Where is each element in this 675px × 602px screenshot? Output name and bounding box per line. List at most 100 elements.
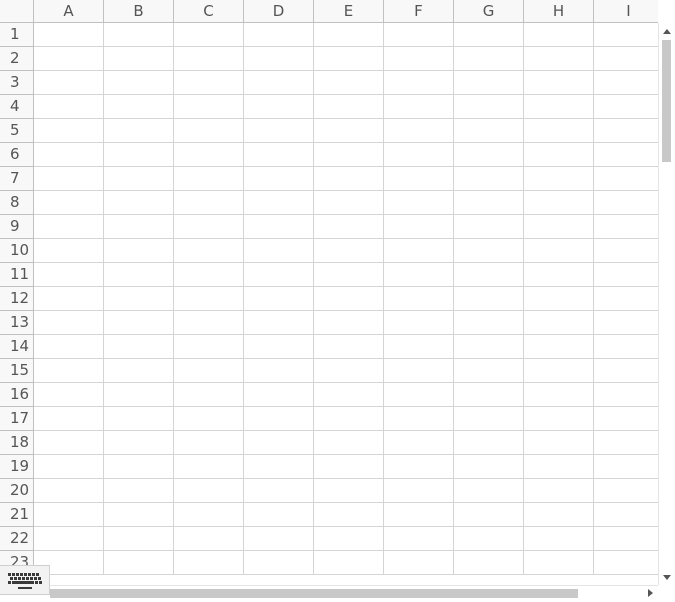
cell-i9[interactable] <box>594 215 658 239</box>
cell-b10[interactable] <box>104 239 174 263</box>
cell-f16[interactable] <box>384 383 454 407</box>
cell-b15[interactable] <box>104 359 174 383</box>
cell-c7[interactable] <box>174 167 244 191</box>
column-header-b[interactable]: B <box>104 0 174 22</box>
cell-h5[interactable] <box>524 119 594 143</box>
cell-b11[interactable] <box>104 263 174 287</box>
cell-f18[interactable] <box>384 431 454 455</box>
cell-h3[interactable] <box>524 71 594 95</box>
row-header-4[interactable]: 4 <box>0 95 33 119</box>
cell-d22[interactable] <box>244 527 314 551</box>
cell-g19[interactable] <box>454 455 524 479</box>
cell-c8[interactable] <box>174 191 244 215</box>
cell-a15[interactable] <box>34 359 104 383</box>
cell-h6[interactable] <box>524 143 594 167</box>
cell-f23[interactable] <box>384 551 454 575</box>
cell-g4[interactable] <box>454 95 524 119</box>
cell-b5[interactable] <box>104 119 174 143</box>
cell-b19[interactable] <box>104 455 174 479</box>
cell-h18[interactable] <box>524 431 594 455</box>
cell-i11[interactable] <box>594 263 658 287</box>
cell-g9[interactable] <box>454 215 524 239</box>
cell-i5[interactable] <box>594 119 658 143</box>
cell-h14[interactable] <box>524 335 594 359</box>
cell-i6[interactable] <box>594 143 658 167</box>
cell-g17[interactable] <box>454 407 524 431</box>
cell-e4[interactable] <box>314 95 384 119</box>
cell-b21[interactable] <box>104 503 174 527</box>
cell-g12[interactable] <box>454 287 524 311</box>
cell-a13[interactable] <box>34 311 104 335</box>
row-header-15[interactable]: 15 <box>0 359 33 383</box>
cell-b17[interactable] <box>104 407 174 431</box>
cell-d14[interactable] <box>244 335 314 359</box>
cell-a2[interactable] <box>34 47 104 71</box>
cell-a14[interactable] <box>34 335 104 359</box>
cell-f22[interactable] <box>384 527 454 551</box>
cell-d1[interactable] <box>244 23 314 47</box>
cell-a8[interactable] <box>34 191 104 215</box>
cell-f14[interactable] <box>384 335 454 359</box>
row-header-21[interactable]: 21 <box>0 503 33 527</box>
row-header-5[interactable]: 5 <box>0 119 33 143</box>
cell-d12[interactable] <box>244 287 314 311</box>
cell-h10[interactable] <box>524 239 594 263</box>
cell-d4[interactable] <box>244 95 314 119</box>
cell-f8[interactable] <box>384 191 454 215</box>
row-header-20[interactable]: 20 <box>0 479 33 503</box>
cell-i14[interactable] <box>594 335 658 359</box>
column-header-d[interactable]: D <box>244 0 314 22</box>
cell-c19[interactable] <box>174 455 244 479</box>
cell-g10[interactable] <box>454 239 524 263</box>
row-header-12[interactable]: 12 <box>0 287 33 311</box>
cell-i13[interactable] <box>594 311 658 335</box>
cell-h20[interactable] <box>524 479 594 503</box>
cell-h12[interactable] <box>524 287 594 311</box>
cell-b1[interactable] <box>104 23 174 47</box>
cell-b14[interactable] <box>104 335 174 359</box>
column-header-g[interactable]: G <box>454 0 524 22</box>
cell-c4[interactable] <box>174 95 244 119</box>
scroll-right-arrow-icon[interactable] <box>648 589 653 597</box>
row-header-2[interactable]: 2 <box>0 47 33 71</box>
cell-b6[interactable] <box>104 143 174 167</box>
column-header-h[interactable]: H <box>524 0 594 22</box>
cell-c1[interactable] <box>174 23 244 47</box>
cell-e9[interactable] <box>314 215 384 239</box>
cell-g20[interactable] <box>454 479 524 503</box>
cell-i17[interactable] <box>594 407 658 431</box>
cell-a10[interactable] <box>34 239 104 263</box>
cell-b23[interactable] <box>104 551 174 575</box>
cell-b7[interactable] <box>104 167 174 191</box>
cell-b20[interactable] <box>104 479 174 503</box>
cell-c5[interactable] <box>174 119 244 143</box>
cell-i3[interactable] <box>594 71 658 95</box>
cell-c2[interactable] <box>174 47 244 71</box>
cell-g22[interactable] <box>454 527 524 551</box>
cell-f15[interactable] <box>384 359 454 383</box>
row-header-1[interactable]: 1 <box>0 23 33 47</box>
cell-area[interactable] <box>34 23 658 575</box>
cell-a17[interactable] <box>34 407 104 431</box>
column-header-a[interactable]: A <box>34 0 104 22</box>
cell-i18[interactable] <box>594 431 658 455</box>
cell-b9[interactable] <box>104 215 174 239</box>
cell-c13[interactable] <box>174 311 244 335</box>
scroll-up-arrow-icon[interactable] <box>663 29 671 34</box>
cell-i10[interactable] <box>594 239 658 263</box>
cell-b22[interactable] <box>104 527 174 551</box>
cell-c20[interactable] <box>174 479 244 503</box>
cell-g15[interactable] <box>454 359 524 383</box>
cell-h8[interactable] <box>524 191 594 215</box>
cell-i12[interactable] <box>594 287 658 311</box>
row-header-13[interactable]: 13 <box>0 311 33 335</box>
cell-h17[interactable] <box>524 407 594 431</box>
cell-i4[interactable] <box>594 95 658 119</box>
cell-c10[interactable] <box>174 239 244 263</box>
scroll-down-arrow-icon[interactable] <box>663 575 671 580</box>
cell-b2[interactable] <box>104 47 174 71</box>
cell-f11[interactable] <box>384 263 454 287</box>
cell-f12[interactable] <box>384 287 454 311</box>
column-header-i[interactable]: I <box>594 0 658 22</box>
cell-a4[interactable] <box>34 95 104 119</box>
